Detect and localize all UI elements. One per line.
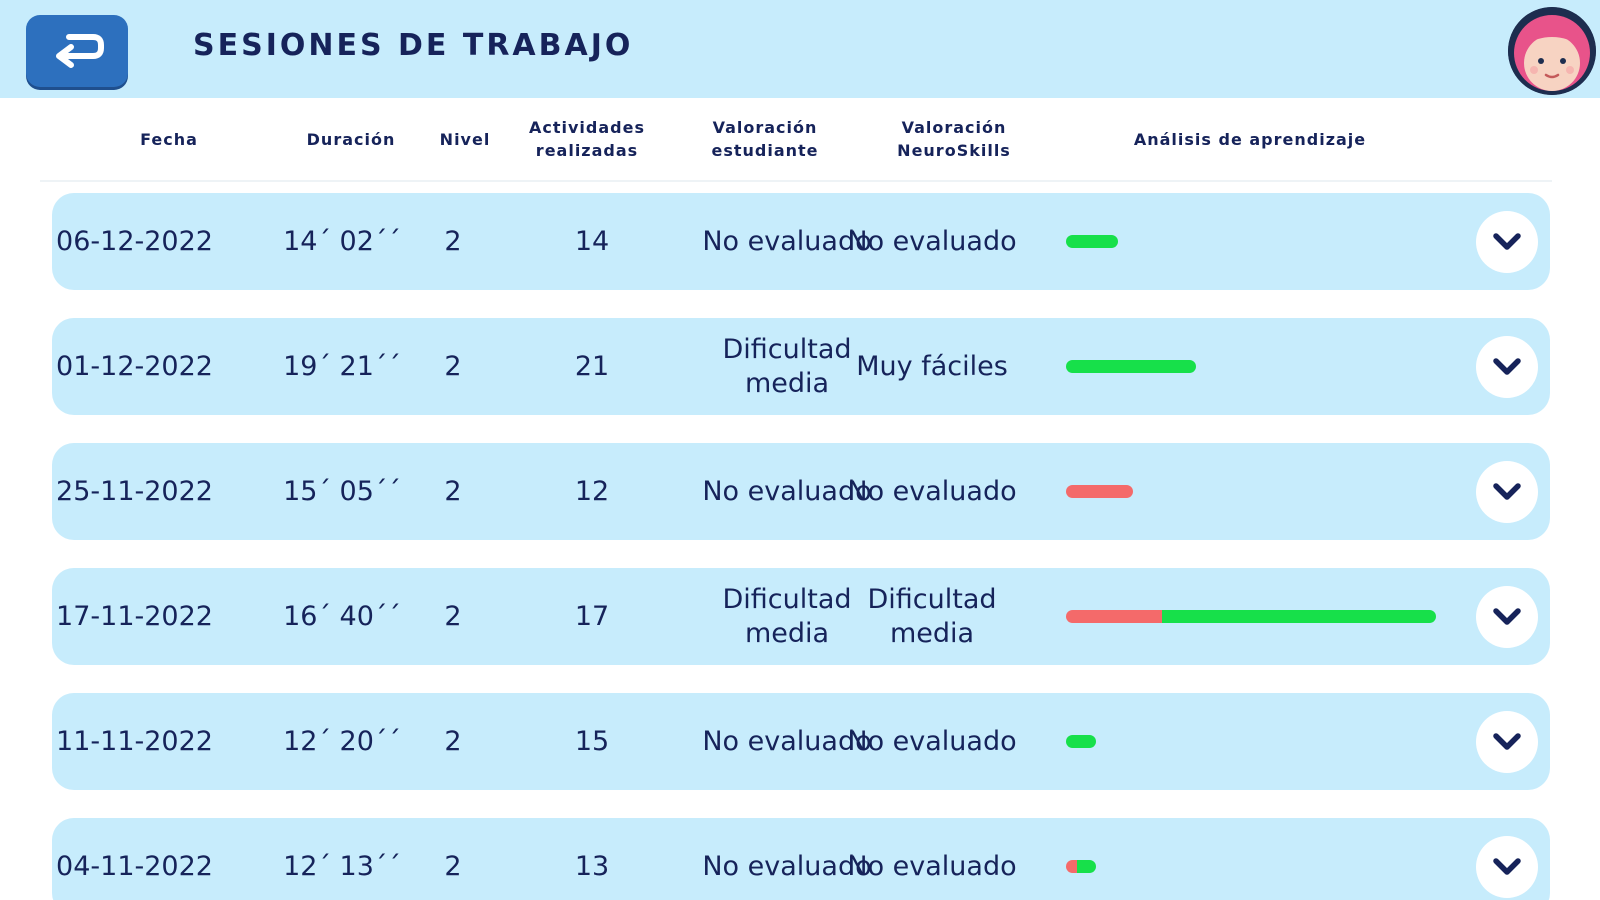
expand-row-button[interactable]	[1476, 461, 1538, 523]
session-neuroskills-rating: No evaluado	[847, 475, 1017, 507]
session-level: 2	[444, 725, 462, 757]
chevron-down-icon	[1493, 233, 1521, 250]
chevron-down-icon	[1493, 483, 1521, 500]
expand-row-button[interactable]	[1476, 586, 1538, 648]
session-level: 2	[444, 225, 462, 257]
session-duration: 19´ 21´´	[283, 350, 401, 382]
analysis-segment-green	[1162, 610, 1436, 623]
chevron-down-icon	[1493, 358, 1521, 375]
expand-row-button[interactable]	[1476, 836, 1538, 898]
girl-avatar-icon	[1508, 7, 1596, 95]
session-row[interactable]: 06-12-2022 14´ 02´´ 2 14 No evaluado No evalu…	[52, 193, 1550, 290]
session-activities: 15	[574, 725, 610, 757]
session-level: 2	[444, 350, 462, 382]
chevron-down-icon	[1493, 608, 1521, 625]
session-activities: 12	[574, 475, 610, 507]
learning-analysis-bar	[1066, 735, 1096, 748]
session-duration: 12´ 13´´	[283, 850, 401, 882]
session-date: 25-11-2022	[56, 475, 213, 507]
session-duration: 14´ 02´´	[283, 225, 401, 257]
session-row[interactable]: 25-11-2022 15´ 05´´ 2 12 No evaluado No evalu…	[52, 443, 1550, 540]
session-activities: 21	[574, 350, 610, 382]
session-level: 2	[444, 475, 462, 507]
session-activities: 14	[574, 225, 610, 257]
analysis-segment-red	[1066, 860, 1078, 873]
back-button[interactable]	[26, 15, 128, 87]
chevron-down-icon	[1493, 858, 1521, 875]
app-header: SESIONES DE TRABAJO	[0, 0, 1600, 98]
session-duration: 15´ 05´´	[283, 475, 401, 507]
header-divider	[40, 180, 1552, 182]
expand-row-button[interactable]	[1476, 336, 1538, 398]
return-arrow-icon	[56, 34, 104, 68]
avatar[interactable]	[1508, 7, 1596, 95]
session-date: 06-12-2022	[56, 225, 213, 257]
session-neuroskills-rating: No evaluado	[847, 725, 1017, 757]
analysis-segment-green	[1077, 860, 1096, 873]
session-date: 04-11-2022	[56, 850, 213, 882]
learning-analysis-bar	[1066, 360, 1196, 373]
session-level: 2	[444, 850, 462, 882]
column-header-duracion: Duración	[306, 129, 396, 149]
session-neuroskills-rating: No evaluado	[847, 225, 1017, 257]
session-row[interactable]: 01-12-2022 19´ 21´´ 2 21 Dificultad media Muy…	[52, 318, 1550, 415]
session-student-rating: Dificultad media	[722, 583, 852, 649]
learning-analysis-bar	[1066, 485, 1133, 498]
learning-analysis-bar	[1066, 235, 1118, 248]
column-header-valoracion-neuroskills: Valoración NeuroSkills	[897, 118, 1011, 160]
session-date: 01-12-2022	[56, 350, 213, 382]
session-row[interactable]: 11-11-2022 12´ 20´´ 2 15 No evaluado No evalu…	[52, 693, 1550, 790]
session-row[interactable]: 04-11-2022 12´ 13´´ 2 13 No evaluado No evalu…	[52, 818, 1550, 900]
column-header-analisis: Análisis de aprendizaje	[1133, 129, 1367, 149]
expand-row-button[interactable]	[1476, 211, 1538, 273]
session-duration: 16´ 40´´	[283, 600, 401, 632]
column-header-actividades: Actividades realizadas	[529, 118, 645, 160]
learning-analysis-bar	[1066, 610, 1436, 623]
page-title: SESIONES DE TRABAJO	[193, 28, 634, 63]
session-activities: 13	[574, 850, 610, 882]
analysis-segment-red	[1066, 485, 1133, 498]
session-duration: 12´ 20´´	[283, 725, 401, 757]
session-student-rating: Dificultad media	[722, 333, 852, 399]
column-header-fecha: Fecha	[140, 129, 198, 149]
session-neuroskills-rating: Muy fáciles	[856, 350, 1008, 382]
analysis-segment-green	[1066, 360, 1196, 373]
analysis-segment-green	[1066, 235, 1118, 248]
analysis-segment-green	[1066, 735, 1096, 748]
session-activities: 17	[574, 600, 610, 632]
session-neuroskills-rating: No evaluado	[847, 850, 1017, 882]
session-date: 11-11-2022	[56, 725, 213, 757]
session-level: 2	[444, 600, 462, 632]
column-header-valoracion-estudiante: Valoración estudiante	[711, 118, 819, 160]
column-header-nivel: Nivel	[439, 129, 491, 149]
expand-row-button[interactable]	[1476, 711, 1538, 773]
chevron-down-icon	[1493, 733, 1521, 750]
learning-analysis-bar	[1066, 860, 1096, 873]
session-neuroskills-rating: Dificultad media	[867, 583, 997, 649]
analysis-segment-red	[1066, 610, 1163, 623]
session-date: 17-11-2022	[56, 600, 213, 632]
session-row[interactable]: 17-11-2022 16´ 40´´ 2 17 Dificultad media Dif…	[52, 568, 1550, 665]
